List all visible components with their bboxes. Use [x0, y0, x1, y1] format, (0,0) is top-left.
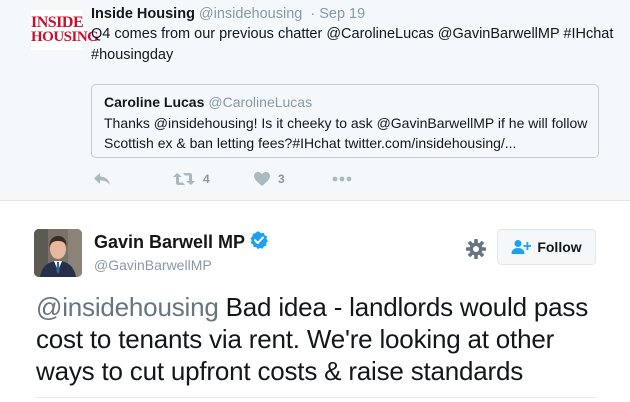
follow-button[interactable]: Follow [497, 229, 596, 265]
parent-tweet[interactable]: INSIDE HOUSING Inside Housing @insidehous… [0, 0, 630, 200]
logo-line-1: INSIDE [31, 14, 84, 31]
avatar-image [34, 229, 82, 277]
retweet-count: 4 [203, 172, 210, 186]
more-button[interactable] [332, 168, 352, 190]
reply-icon [94, 173, 110, 185]
more-dots-icon [332, 176, 352, 182]
retweet-button[interactable]: 4 [173, 168, 210, 190]
mention-link[interactable]: @insidehousing [36, 292, 219, 322]
quoted-tweet-text: Thanks @insidehousing! Is it cheeky to a… [104, 115, 588, 151]
avatar[interactable] [34, 229, 82, 277]
reply-button[interactable] [93, 168, 111, 190]
parent-tweet-text: Q4 comes from our previous chatter @Caro… [91, 26, 614, 63]
logo-line-2: HOUSING [31, 29, 99, 45]
like-button[interactable]: 3 [254, 168, 285, 190]
heart-icon [254, 172, 270, 186]
inside-housing-logo[interactable]: INSIDE HOUSING [31, 10, 99, 50]
quoted-tweet-header: Caroline Lucas @CarolineLucas [104, 94, 312, 110]
retweet-icon [173, 173, 195, 185]
tweet-date[interactable]: · Sep 19 [310, 6, 365, 22]
author-name[interactable]: Gavin Barwell MP [94, 232, 245, 253]
author-handle[interactable]: @insidehousing [199, 6, 302, 22]
like-count: 3 [278, 172, 285, 186]
author-name[interactable]: Inside Housing [91, 6, 195, 22]
author-name-row: Gavin Barwell MP [94, 231, 269, 254]
gear-icon[interactable] [465, 238, 487, 260]
divider [36, 397, 596, 398]
parent-tweet-header: Inside Housing @insidehousing · Sep 19 [91, 6, 365, 22]
add-user-icon [511, 240, 532, 254]
main-tweet-text: @insidehousing Bad idea - landlords woul… [36, 291, 616, 387]
quoted-author-name: Caroline Lucas [104, 94, 205, 110]
verified-badge-icon [250, 231, 269, 254]
quoted-author-handle: @CarolineLucas [208, 94, 313, 110]
follow-label: Follow [537, 239, 582, 255]
author-handle[interactable]: @GavinBarwellMP [94, 257, 212, 273]
quoted-tweet[interactable]: Caroline Lucas @CarolineLucas Thanks @ins… [91, 84, 599, 158]
main-tweet: Gavin Barwell MP @GavinBarwellMP Follow … [0, 200, 630, 402]
